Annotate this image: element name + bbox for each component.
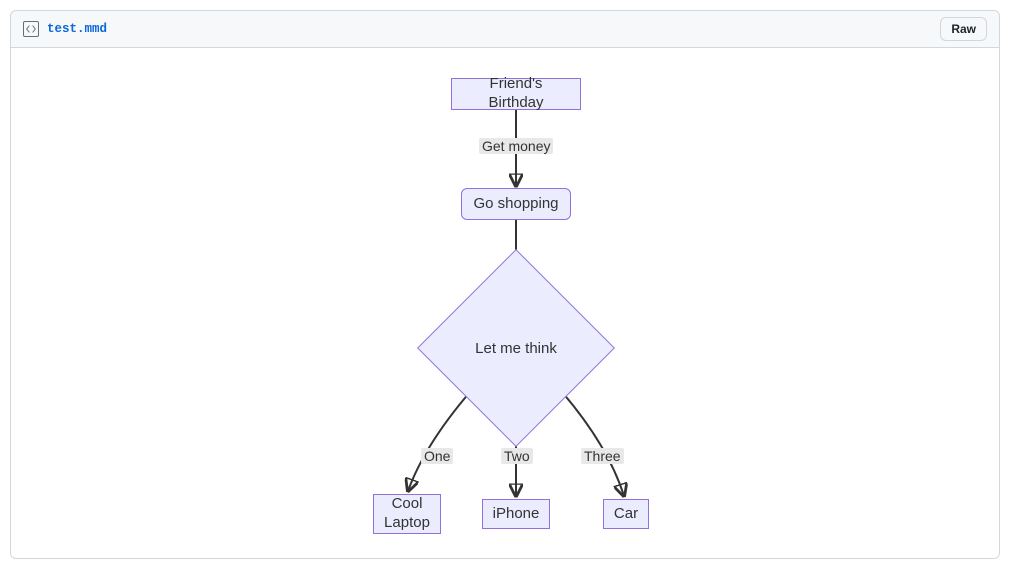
node-cool-laptop: Cool Laptop [373,494,441,534]
node-friends-birthday: Friend's Birthday [451,78,581,110]
edge-label-two: Two [501,448,533,464]
node-iphone: iPhone [482,499,550,529]
raw-button[interactable]: Raw [940,17,987,41]
diagram-canvas: Friend's Birthday Go shopping Let me thi… [11,60,999,540]
node-let-me-think: Let me think [446,278,586,418]
file-body: Friend's Birthday Go shopping Let me thi… [11,48,999,558]
node-go-shopping: Go shopping [461,188,571,220]
edge-label-get-money: Get money [479,138,553,154]
edge-label-one: One [421,448,453,464]
file-box: test.mmd Raw [10,10,1000,559]
node-let-me-think-label: Let me think [446,278,586,418]
node-car: Car [603,499,649,529]
edge-label-three: Three [581,448,624,464]
code-icon [23,21,39,37]
file-name-link[interactable]: test.mmd [47,22,107,36]
file-header: test.mmd Raw [11,11,999,48]
